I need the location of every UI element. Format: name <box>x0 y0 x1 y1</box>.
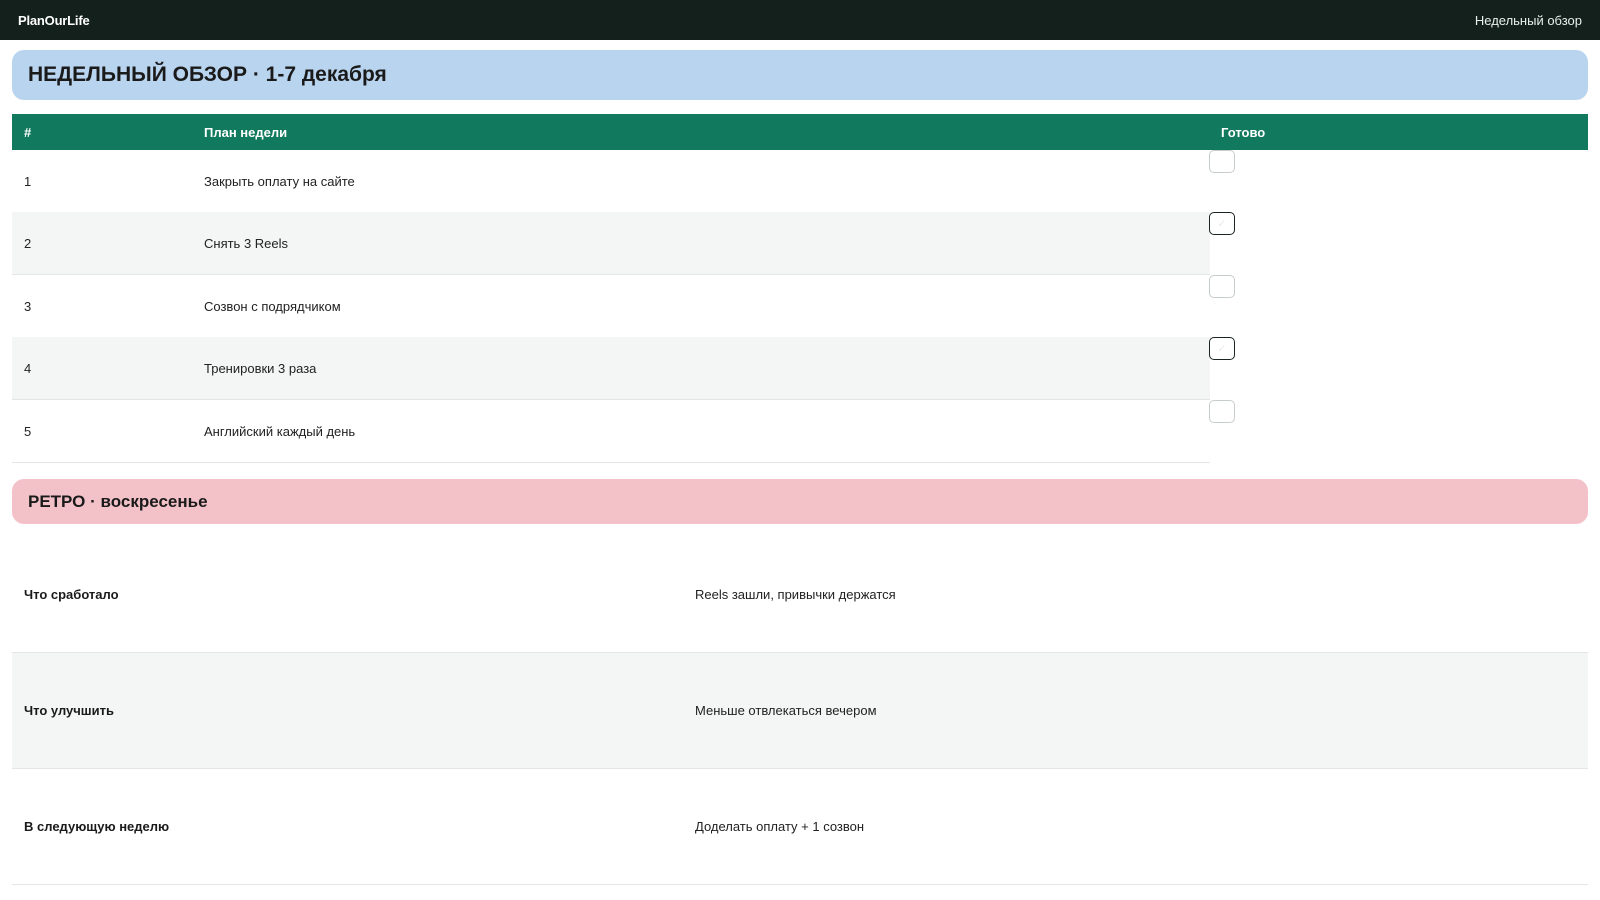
retro-answer[interactable]: Reels зашли, привычки держатся <box>695 587 896 602</box>
brand-logo[interactable]: PlanOurLife <box>18 13 90 28</box>
retro-title: РЕТРО · воскресенье <box>28 491 208 511</box>
row-number: 5 <box>24 424 32 439</box>
task-text: Закрыть оплату на сайте <box>204 174 355 189</box>
plan-row: 1 Закрыть оплату на сайте <box>12 150 1210 213</box>
done-checkbox[interactable] <box>1209 150 1235 173</box>
week-banner: НЕДЕЛЬНЫЙ ОБЗОР · 1-7 декабря <box>12 50 1588 100</box>
done-checkbox[interactable]: ✓ <box>1209 212 1235 235</box>
task-text: Снять 3 Reels <box>204 236 289 251</box>
task-text: Созвон с подрядчиком <box>204 299 341 314</box>
week-title: НЕДЕЛЬНЫЙ ОБЗОР · 1-7 декабря <box>28 63 387 86</box>
column-done: Готово <box>1221 125 1266 140</box>
column-plan: План недели <box>204 125 288 140</box>
plan-row: 3 Созвон с подрядчиком <box>12 275 1210 338</box>
column-number: # <box>24 125 32 140</box>
retro-question: Что сработало <box>24 587 119 602</box>
row-number: 3 <box>24 299 32 314</box>
retro-banner: РЕТРО · воскресенье <box>12 479 1588 524</box>
task-text: Английский каждый день <box>204 424 356 439</box>
task-text: Тренировки 3 раза <box>204 361 317 376</box>
done-checkbox[interactable] <box>1209 275 1235 298</box>
done-checkbox[interactable] <box>1209 400 1235 423</box>
nav-link-weekly-review[interactable]: Недельный обзор <box>1475 13 1582 28</box>
retro-row: Что улучшить Меньше отвлекаться вечером <box>12 653 1588 769</box>
plan-row: 5 Английский каждый день <box>12 400 1210 463</box>
plan-row: 4 Тренировки 3 раза <box>12 337 1210 400</box>
plan-row: 2 Снять 3 Reels <box>12 212 1210 275</box>
done-checkbox[interactable]: ✓ <box>1209 337 1235 360</box>
row-number: 4 <box>24 361 32 376</box>
retro-row: В следующую неделю Доделать оплату + 1 с… <box>12 769 1588 885</box>
retro-question: В следующую неделю <box>24 819 170 834</box>
row-number: 1 <box>24 174 32 189</box>
retro-answer[interactable]: Доделать оплату + 1 созвон <box>695 819 864 834</box>
retro-row: Что сработало Reels зашли, привычки держ… <box>12 537 1588 653</box>
row-number: 2 <box>24 236 32 251</box>
plan-table-header: # План недели Готово <box>12 114 1588 150</box>
retro-answer[interactable]: Меньше отвлекаться вечером <box>695 703 877 718</box>
top-navbar: PlanOurLife Недельный обзор <box>0 0 1600 40</box>
retro-question: Что улучшить <box>24 703 114 718</box>
